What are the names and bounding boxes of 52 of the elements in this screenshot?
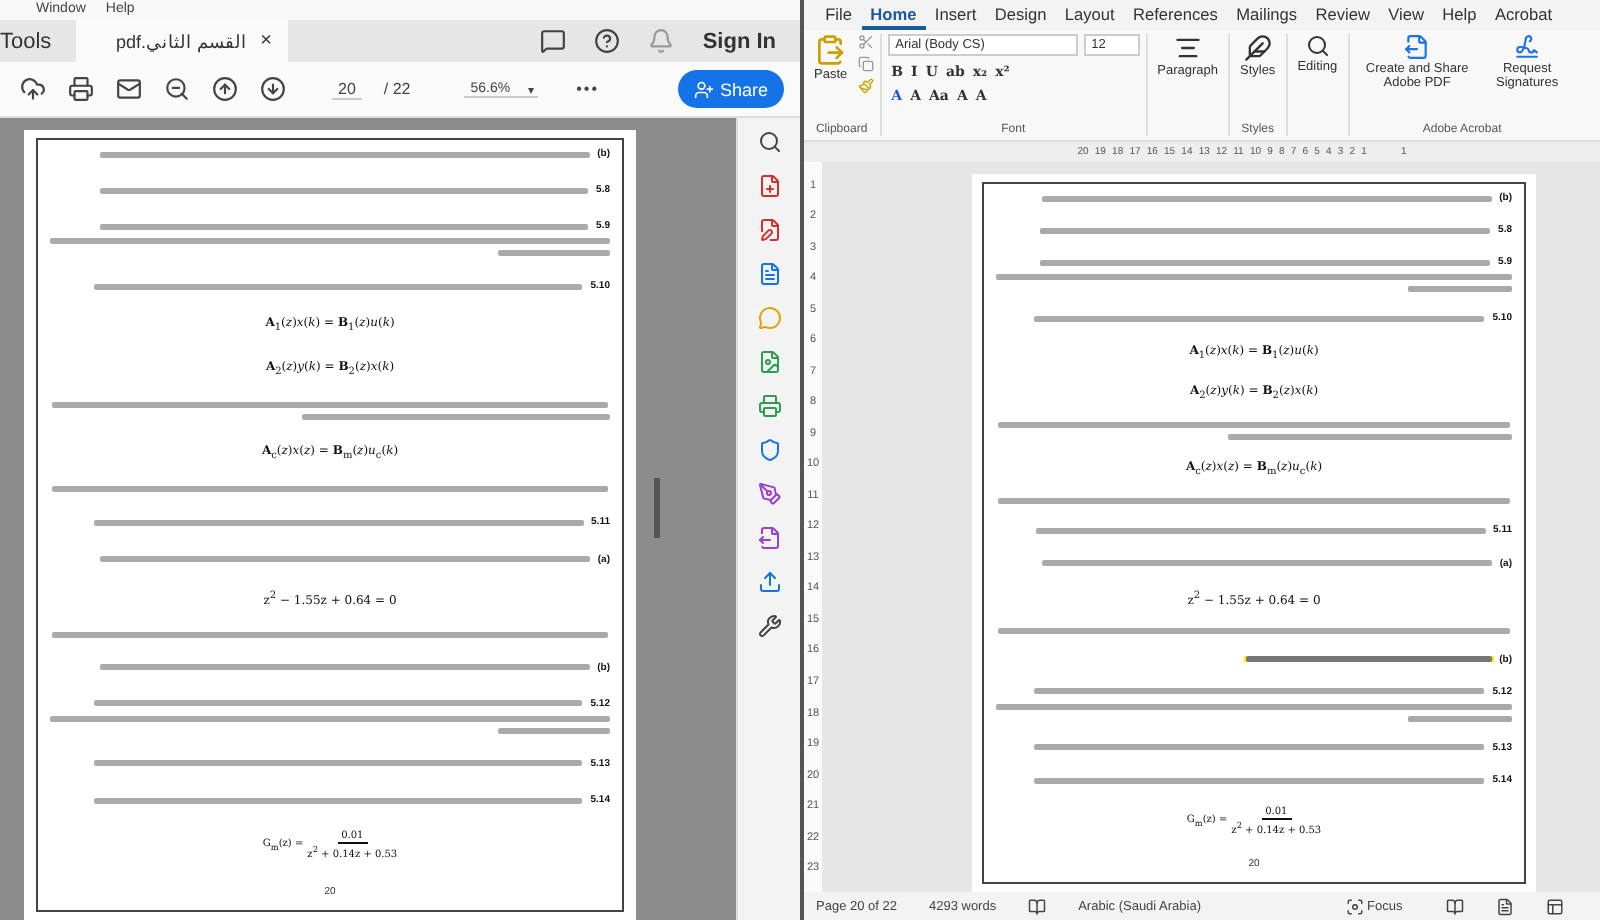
- text-line-drawing: [498, 250, 610, 257]
- focus-icon: [1345, 897, 1364, 915]
- copy-icon[interactable]: [857, 56, 874, 72]
- ribbon-tab[interactable]: Acrobat: [1485, 0, 1562, 30]
- share-upload-icon[interactable]: [757, 570, 781, 594]
- page-total: / 22: [383, 80, 411, 98]
- ribbon-tab[interactable]: Mailings: [1227, 0, 1307, 30]
- ribbon-tab[interactable]: Review: [1306, 0, 1380, 30]
- sign-in-button[interactable]: Sign In: [702, 29, 776, 53]
- file-plus-icon[interactable]: [757, 174, 781, 198]
- ribbon-tab[interactable]: Help: [1433, 0, 1486, 30]
- ribbon-tab[interactable]: Design: [985, 0, 1056, 30]
- ribbon-tab[interactable]: View: [1379, 0, 1434, 30]
- ribbon-tab[interactable]: File: [816, 0, 862, 30]
- file-edit-icon[interactable]: [757, 218, 781, 242]
- tools-tab[interactable]: Tools: [0, 20, 76, 62]
- read-mode-icon[interactable]: [1446, 897, 1465, 915]
- signature-icon: [1514, 34, 1541, 60]
- ribbon-tab[interactable]: Insert: [925, 0, 986, 30]
- document-icon[interactable]: [757, 262, 781, 286]
- align-center-icon: [1173, 34, 1202, 62]
- proofing-icon[interactable]: [1028, 897, 1047, 915]
- zoom-out-icon[interactable]: [164, 76, 190, 102]
- document-icon: [1404, 34, 1431, 60]
- file-output-icon[interactable]: [757, 526, 781, 550]
- web-layout-icon[interactable]: [1546, 897, 1565, 915]
- help-icon[interactable]: [594, 28, 621, 54]
- text-line-drawing: [498, 727, 610, 734]
- close-icon[interactable]: ×: [260, 30, 272, 52]
- user-plus-icon: [693, 79, 714, 99]
- more-button[interactable]: •••: [576, 80, 600, 98]
- ribbon-tab[interactable]: Layout: [1055, 0, 1124, 30]
- ribbon-tab[interactable]: References: [1123, 0, 1228, 30]
- print-layout-icon[interactable]: [1496, 897, 1515, 915]
- shield-icon[interactable]: [757, 438, 781, 462]
- printer-icon[interactable]: [757, 394, 781, 418]
- text-line-drawing: [1408, 715, 1512, 722]
- clipboard-icon: [814, 34, 847, 66]
- upload-cloud-icon[interactable]: [20, 76, 46, 102]
- cut-icon[interactable]: [857, 34, 874, 50]
- file-image-icon[interactable]: [757, 350, 781, 374]
- zoom-icon[interactable]: [757, 130, 781, 154]
- mail-icon[interactable]: [116, 76, 142, 102]
- comment-icon[interactable]: [540, 28, 567, 54]
- page-number-field[interactable]: 20: [332, 79, 362, 99]
- print-icon[interactable]: [68, 76, 94, 102]
- share-button[interactable]: Share: [677, 70, 784, 108]
- wrench-icon[interactable]: [757, 614, 781, 638]
- scrollbar-thumb[interactable]: [654, 478, 660, 538]
- search-icon: [1305, 34, 1330, 58]
- text-line-drawing: [1408, 286, 1512, 293]
- document-tab[interactable]: القسم الثاني.pdf ×: [76, 20, 288, 62]
